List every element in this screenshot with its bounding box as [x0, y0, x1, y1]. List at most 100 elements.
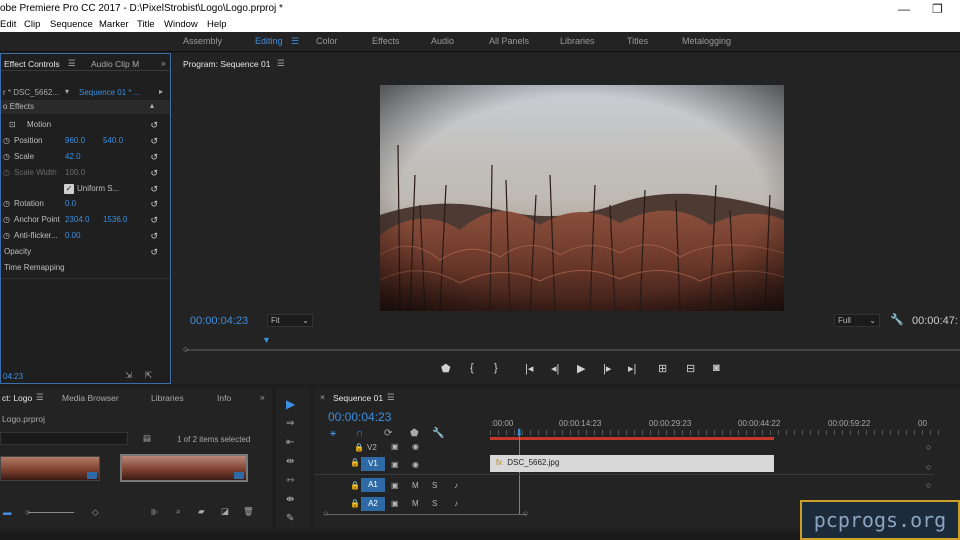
track-target-a1[interactable]: A1 [361, 478, 385, 492]
overflow-icon[interactable]: » [260, 392, 265, 402]
export-icon[interactable]: ⇱ [145, 370, 152, 381]
timeline-timecode[interactable]: 00:00:04:23 [328, 410, 391, 424]
marker-icon[interactable]: ⬟ [410, 428, 419, 439]
linked-icon[interactable]: ⟳ [384, 428, 392, 439]
workspace-titles[interactable]: Titles [627, 36, 648, 46]
time-remapping-row[interactable]: Time Remapping [1, 261, 170, 275]
anchor-y-value[interactable]: 1536.0 [103, 213, 127, 227]
maximize-button[interactable]: ❐ [932, 0, 943, 18]
tab-media-browser[interactable]: Media Browser [62, 393, 119, 403]
hscroll-start-handle[interactable]: ○ [323, 508, 328, 518]
horizontal-scrollbar[interactable] [326, 514, 526, 515]
program-monitor-title[interactable]: Program: Sequence 01 [183, 59, 270, 69]
go-to-out-icon[interactable]: ▸| [628, 362, 636, 375]
sync-icon[interactable]: ▣ [391, 481, 399, 490]
monitor-scrub-bar[interactable] [186, 349, 960, 351]
menu-title[interactable]: Title [137, 18, 155, 32]
step-forward-icon[interactable]: |▸ [603, 362, 611, 375]
panel-menu-icon[interactable]: ☰ [387, 392, 395, 403]
time-ruler[interactable] [490, 430, 945, 435]
source-clip[interactable]: r * DSC_5662... [3, 88, 59, 97]
trash-icon[interactable]: 🗑 [243, 506, 254, 517]
step-back-icon[interactable]: ◂| [551, 362, 559, 375]
extract-icon[interactable]: ⊟ [686, 362, 695, 375]
mic-icon[interactable]: ♪ [454, 499, 458, 508]
sort-icon[interactable]: ◇ [92, 507, 99, 518]
mark-in-icon[interactable]: { [470, 362, 474, 374]
wrench-icon[interactable]: 🔧 [890, 313, 904, 326]
track-target-a2[interactable]: A2 [361, 497, 385, 511]
reset-icon[interactable]: ↺ [150, 166, 158, 180]
menu-help[interactable]: Help [207, 18, 227, 32]
position-x-value[interactable]: 960.0 [65, 134, 85, 148]
menu-window[interactable]: Window [164, 18, 198, 32]
reset-icon[interactable]: ↺ [150, 213, 158, 227]
scale-value[interactable]: 42.0 [65, 150, 81, 164]
razor-tool-icon[interactable]: ⇹ [286, 456, 294, 467]
slip-tool-icon[interactable]: ⇿ [286, 475, 294, 486]
stopwatch-icon[interactable]: ◷ [3, 229, 10, 243]
lock-icon[interactable]: 🔒 [350, 499, 360, 508]
lock-icon[interactable]: 🔒 [350, 481, 360, 490]
workspace-all-panels[interactable]: All Panels [489, 36, 529, 46]
reset-icon[interactable]: ↺ [150, 245, 158, 259]
resolution-select[interactable]: Full ⌄ [834, 314, 880, 327]
reset-icon[interactable]: ↺ [150, 229, 158, 243]
scrub-start-handle[interactable]: ○ [183, 344, 188, 354]
tab-libraries[interactable]: Libraries [151, 393, 184, 403]
search-input[interactable] [0, 432, 128, 445]
solo-button[interactable]: S [432, 499, 437, 508]
clip-thumbnail[interactable] [0, 456, 100, 481]
zoom-slider-handle[interactable]: ○ [25, 507, 30, 517]
mark-out-icon[interactable]: } [494, 362, 498, 374]
anti-flicker-value[interactable]: 0.00 [65, 229, 81, 243]
tab-effect-controls[interactable]: Effect Controls [4, 59, 60, 69]
tab-info[interactable]: Info [217, 393, 231, 403]
track-select-icon[interactable]: ⇒ [286, 418, 294, 429]
sync-icon[interactable]: ▣ [391, 460, 399, 469]
magnet-icon[interactable]: ∩ [356, 428, 363, 439]
overflow-icon[interactable]: » [161, 58, 166, 68]
tab-sequence[interactable]: Sequence 01 [333, 393, 383, 403]
playhead-timecode[interactable]: 00:00:04:23 [190, 315, 248, 327]
workspace-metalogging[interactable]: Metalogging [682, 36, 731, 46]
vscroll-handle[interactable]: ○ [926, 462, 931, 472]
list-view-icon[interactable]: ▬ [3, 507, 12, 517]
rotation-value[interactable]: 0.0 [65, 197, 76, 211]
timeline-clip[interactable]: fx DSC_5662.jpg [490, 455, 774, 472]
lock-icon[interactable]: 🔒 [354, 443, 364, 452]
vscroll-handle[interactable]: ○ [926, 480, 931, 490]
effect-timecode[interactable]: 04:23 [3, 372, 23, 381]
new-bin-icon[interactable]: ▤ [143, 433, 151, 444]
tab-project[interactable]: ct: Logo [2, 393, 32, 403]
eye-icon[interactable]: ◉ [412, 442, 419, 451]
new-item-icon[interactable]: ◪ [221, 506, 229, 517]
menu-sequence[interactable]: Sequence [50, 18, 93, 32]
lock-icon[interactable]: 🔒 [350, 458, 360, 467]
stopwatch-icon[interactable]: ◷ [3, 197, 10, 211]
track-label-v2[interactable]: V2 [367, 443, 377, 452]
camera-icon[interactable]: ◙ [713, 362, 720, 374]
selection-tool-icon[interactable]: ▶ [286, 397, 295, 411]
menu-edit[interactable]: Edit [0, 18, 16, 32]
play-icon[interactable]: ▶ [577, 362, 585, 375]
sync-icon[interactable]: ▣ [391, 499, 399, 508]
tab-audio-clip-mixer[interactable]: Audio Clip M [91, 59, 139, 69]
search-icon[interactable]: ⌕ [176, 506, 181, 517]
automate-icon[interactable]: ⊪ [151, 507, 158, 518]
panel-menu-icon[interactable]: ☰ [36, 392, 44, 403]
wrench-icon[interactable]: 🔧 [432, 428, 444, 439]
workspace-effects[interactable]: Effects [372, 36, 399, 46]
playhead-marker[interactable]: ▼ [262, 335, 271, 345]
eye-icon[interactable]: ◉ [412, 460, 419, 469]
vscroll-handle[interactable]: ○ [926, 442, 931, 452]
opacity-row[interactable]: Opacity ↺ [1, 245, 170, 259]
position-y-value[interactable]: 540.0 [103, 134, 123, 148]
reset-icon[interactable]: ↺ [150, 182, 158, 196]
motion-fx-icon[interactable]: ⊡ [9, 118, 16, 132]
play-triangle-icon[interactable]: ▸ [159, 87, 163, 96]
stopwatch-icon[interactable]: ◷ [3, 134, 10, 148]
hscroll-end-handle[interactable]: ○ [523, 508, 528, 518]
uniform-scale-checkbox[interactable]: ✓ [64, 184, 74, 194]
clip-thumbnail[interactable] [120, 454, 248, 482]
